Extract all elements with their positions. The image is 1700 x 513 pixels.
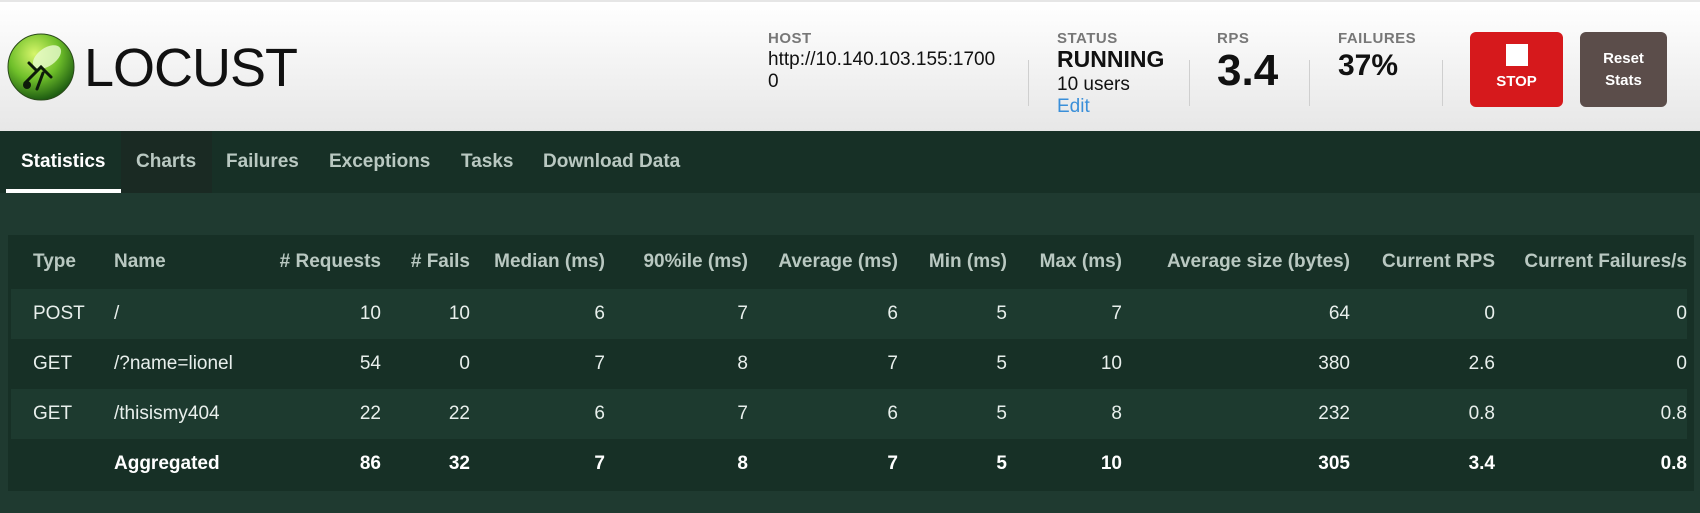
cell-90ile: 8: [605, 439, 748, 489]
tab-download-data[interactable]: Download Data: [528, 131, 695, 193]
column-header[interactable]: Current Failures/s: [1495, 235, 1687, 289]
cell-name: /?name=lionel: [114, 339, 249, 389]
cell-max: 10: [1007, 439, 1122, 489]
cell-fails: 0: [381, 339, 470, 389]
cell-90ile: 7: [605, 289, 748, 339]
table-header-row: Type Name # Requests # Fails Median (ms)…: [11, 235, 1687, 289]
table-row: POST / 10 10 6 7 6 5 7 64 0 0: [11, 289, 1687, 339]
tab-charts[interactable]: Charts: [121, 131, 212, 193]
cell-type: GET: [11, 339, 114, 389]
divider: [1309, 60, 1310, 106]
cell-average: 6: [748, 289, 898, 339]
cell-average: 7: [748, 339, 898, 389]
cell-current-rps: 2.6: [1350, 339, 1495, 389]
cell-max: 10: [1007, 339, 1122, 389]
stop-icon: [1505, 44, 1528, 66]
cell-current-rps: 3.4: [1350, 439, 1495, 489]
cell-90ile: 8: [605, 339, 748, 389]
cell-max: 7: [1007, 289, 1122, 339]
reset-stats-button[interactable]: Reset Stats: [1580, 32, 1667, 107]
column-header[interactable]: 90%ile (ms): [605, 235, 748, 289]
cell-current-failures: 0.8: [1495, 439, 1687, 489]
user-count: 10 users: [1057, 74, 1130, 95]
divider: [1028, 60, 1029, 106]
failures-value: 37%: [1338, 49, 1399, 82]
cell-avg-size: 64: [1122, 289, 1350, 339]
cell-fails: 22: [381, 389, 470, 439]
cell-requests: 10: [249, 289, 381, 339]
cell-type: [11, 439, 114, 489]
cell-fails: 32: [381, 439, 470, 489]
reset-label: Stats: [1605, 71, 1642, 89]
cell-current-rps: 0: [1350, 289, 1495, 339]
rps-value: 3.4: [1217, 46, 1279, 95]
stop-label: STOP: [1496, 73, 1537, 90]
cell-requests: 22: [249, 389, 381, 439]
edit-users-link[interactable]: Edit: [1057, 96, 1090, 118]
cell-current-failures: 0.8: [1495, 389, 1687, 439]
failures-label: FAILURES: [1338, 30, 1417, 47]
tab-bar: Statistics Charts Failures Exceptions Ta…: [0, 131, 1700, 193]
host-label: HOST: [768, 30, 812, 47]
status-label: STATUS: [1057, 30, 1118, 47]
cell-name: /thisismy404: [114, 389, 249, 439]
cell-max: 8: [1007, 389, 1122, 439]
cell-avg-size: 380: [1122, 339, 1350, 389]
cell-type: GET: [11, 389, 114, 439]
cell-requests: 54: [249, 339, 381, 389]
cell-current-rps: 0.8: [1350, 389, 1495, 439]
column-header[interactable]: Average size (bytes): [1122, 235, 1350, 289]
tab-exceptions[interactable]: Exceptions: [314, 131, 445, 193]
reset-label: Reset: [1603, 49, 1644, 67]
stop-button[interactable]: STOP: [1470, 32, 1563, 107]
cell-median: 7: [470, 339, 605, 389]
cell-name: /: [114, 289, 249, 339]
rps-label: RPS: [1217, 30, 1250, 47]
aggregated-row: Aggregated 86 32 7 8 7 5 10 305 3.4 0.8: [11, 439, 1687, 489]
cell-average: 6: [748, 389, 898, 439]
cell-median: 6: [470, 389, 605, 439]
cell-type: POST: [11, 289, 114, 339]
cell-requests: 86: [249, 439, 381, 489]
statistics-table: Type Name # Requests # Fails Median (ms)…: [11, 235, 1687, 489]
column-header[interactable]: Name: [114, 235, 249, 289]
column-header[interactable]: Type: [11, 235, 114, 289]
column-header[interactable]: Min (ms): [898, 235, 1007, 289]
cell-median: 6: [470, 289, 605, 339]
cell-fails: 10: [381, 289, 470, 339]
cell-name: Aggregated: [114, 439, 249, 489]
status-value: RUNNING: [1057, 46, 1165, 72]
column-header[interactable]: Current RPS: [1350, 235, 1495, 289]
cell-avg-size: 305: [1122, 439, 1350, 489]
cell-min: 5: [898, 389, 1007, 439]
column-header[interactable]: # Requests: [249, 235, 381, 289]
cell-median: 7: [470, 439, 605, 489]
top-header: LOCUST HOST http://10.140.103.155:17000 …: [0, 0, 1700, 131]
cell-90ile: 7: [605, 389, 748, 439]
statistics-table-container: Type Name # Requests # Fails Median (ms)…: [8, 235, 1694, 491]
divider: [1189, 60, 1190, 106]
cell-min: 5: [898, 339, 1007, 389]
tab-failures[interactable]: Failures: [211, 131, 314, 193]
cell-current-failures: 0: [1495, 289, 1687, 339]
cell-current-failures: 0: [1495, 339, 1687, 389]
cell-min: 5: [898, 289, 1007, 339]
brand-name: LOCUST: [84, 38, 298, 98]
table-row: GET /thisismy404 22 22 6 7 6 5 8 232 0.8…: [11, 389, 1687, 439]
tab-statistics[interactable]: Statistics: [6, 131, 121, 193]
column-header[interactable]: # Fails: [381, 235, 470, 289]
column-header[interactable]: Max (ms): [1007, 235, 1122, 289]
locust-logo-icon: [7, 33, 75, 101]
table-row: GET /?name=lionel 54 0 7 8 7 5 10 380 2.…: [11, 339, 1687, 389]
cell-min: 5: [898, 439, 1007, 489]
column-header[interactable]: Median (ms): [470, 235, 605, 289]
host-value: http://10.140.103.155:17000: [768, 49, 996, 92]
cell-avg-size: 232: [1122, 389, 1350, 439]
tab-tasks[interactable]: Tasks: [446, 131, 528, 193]
cell-average: 7: [748, 439, 898, 489]
divider: [1442, 60, 1443, 106]
column-header[interactable]: Average (ms): [748, 235, 898, 289]
